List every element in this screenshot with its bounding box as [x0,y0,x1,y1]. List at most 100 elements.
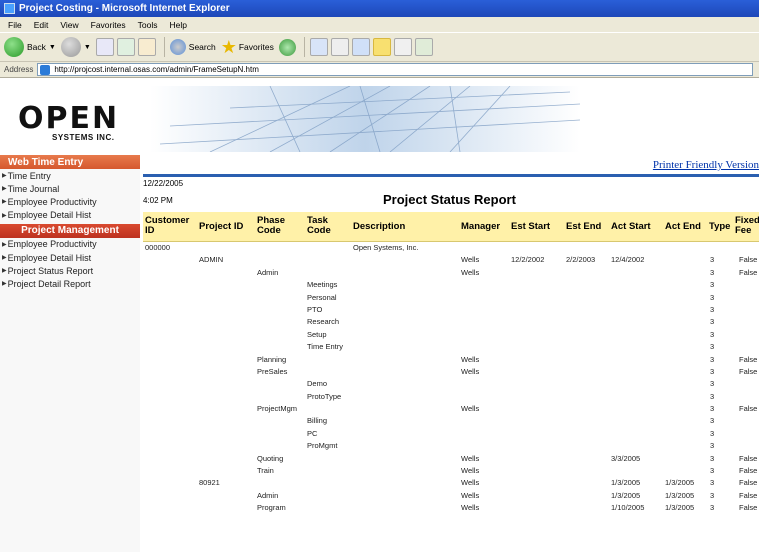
sidebar-item-employee-detail-hist[interactable]: ▶ Employee Detail Hist [0,209,140,222]
cell-act-start: 1/3/2005 [611,478,641,488]
cell-fixed-fee: False [739,466,758,476]
cell-manager: Wells [461,453,480,463]
menu-file[interactable]: File [8,20,22,30]
cell-phase-code: Planning [257,354,287,364]
sidebar-item-project-status-report[interactable]: ▶ Project Status Report [0,264,140,277]
sidebar-item-time-journal[interactable]: ▶ Time Journal [0,182,140,195]
printer-friendly-link[interactable]: Printer Friendly Version [653,159,759,171]
cell-type: 3 [710,342,715,352]
cell-phase-code: Admin [257,490,279,500]
cell-type: 3 [710,366,715,376]
favorites-star-icon: ★ [220,36,237,57]
cell-fixed-fee: False [739,255,758,265]
cell-phase-code: Quoting [257,453,284,463]
history-icon[interactable] [278,38,296,56]
sidebar-item-employee-productivity[interactable]: ▶ Employee Productivity [0,195,140,208]
sidebar-item-time-entry[interactable]: ▶ Time Entry [0,169,140,182]
table-row: PreSales Wells 3 False [143,366,759,378]
home-icon[interactable] [137,38,156,56]
menu-view[interactable]: View [60,20,78,30]
col-fixed-fee: Fixed Fee [735,215,759,236]
print-icon[interactable] [330,38,349,56]
favorites-button[interactable]: ★ Favorites [221,37,274,58]
menu-help[interactable]: Help [169,20,186,30]
cell-type: 3 [710,329,715,339]
address-url: http://projcost.internal.osas.com/admin/… [54,65,259,74]
cell-fixed-fee: False [739,490,758,500]
table-row: Research 3 [143,316,759,328]
sidebar-item-pm-employee-productivity[interactable]: ▶ Employee Productivity [0,238,140,251]
menu-bar: File Edit View Favorites Tools Help [0,17,759,32]
logo-systems-text: SYSTEMS INC. [52,133,115,142]
table-row: Meetings 3 [143,279,759,291]
search-label: Search [188,42,216,52]
cell-type: 3 [710,267,715,277]
arrow-icon: ▶ [2,212,7,219]
table-row: Demo 3 [143,378,759,390]
cell-task-code: PC [307,428,318,438]
cell-type: 3 [710,503,715,513]
banner-grid-graphic [150,86,580,152]
cell-task-code: Setup [307,329,327,339]
col-task-code: Task Code [307,215,331,236]
sidebar-item-project-detail-report[interactable]: ▶ Project Detail Report [0,277,140,290]
search-button[interactable]: Search [169,39,216,55]
table-row: ProtoType 3 [143,391,759,403]
arrow-icon: ▶ [2,268,7,275]
address-bar: Address http://projcost.internal.osas.co… [0,62,759,78]
table-row: ADMIN Wells 12/2/2002 2/2/2003 12/4/2002 3 Fal… [143,254,759,266]
cell-manager: Wells [461,404,480,414]
table-header: Customer ID Project ID Phase Code Task C… [143,212,759,242]
back-arrow-icon [4,37,24,57]
col-est-end: Est End [566,221,602,232]
col-act-end: Act End [665,221,701,232]
cell-fixed-fee: False [739,354,758,364]
cell-task-code: Billing [307,416,328,426]
cell-phase-code: Train [257,466,274,476]
table-row: Quoting Wells 3/3/2005 3 False [143,453,759,465]
address-input[interactable]: http://projcost.internal.osas.com/admin/… [37,63,753,76]
report-date: 12/22/2005 [143,179,184,188]
cell-task-code: ProMgmt [307,441,338,451]
cell-type: 3 [710,478,715,488]
table-row: Program Wells 1/10/2005 1/3/2005 3 False [143,502,759,514]
cell-phase-code: ProjectMgm [257,404,298,414]
forward-arrow-icon [60,37,81,57]
cell-task-code: Meetings [307,280,338,290]
col-customer-id: Customer ID [145,215,190,236]
refresh-icon[interactable] [116,38,135,56]
cell-type: 3 [710,416,715,426]
cell-task-code: Time Entry [307,342,343,352]
arrow-icon: ▶ [2,173,7,180]
arrow-icon: ▶ [2,186,7,193]
mail-icon[interactable] [309,38,328,56]
arrow-icon: ▶ [2,241,7,248]
cell-act-end: 1/3/2005 [665,490,695,500]
forward-button[interactable]: ▼ [60,37,91,57]
table-row: Planning Wells 3 False [143,354,759,366]
menu-tools[interactable]: Tools [138,20,158,30]
menu-edit[interactable]: Edit [34,20,49,30]
report-area: Printer Friendly Version 12/22/2005 4:02… [143,155,759,552]
table-row: Admin Wells 1/3/2005 1/3/2005 3 False [143,490,759,502]
table-row: Admin Wells 3 False [143,267,759,279]
discuss-icon[interactable] [393,38,412,56]
back-button[interactable]: Back ▼ [4,37,56,57]
edit-icon[interactable] [351,38,370,56]
browser-toolbar: Back ▼ ▼ Search ★ Favorites [0,32,759,62]
cell-project-id: ADMIN [199,255,224,265]
folder-icon[interactable] [372,38,391,56]
report-table: Customer ID Project ID Phase Code Task C… [143,212,759,515]
cell-fixed-fee: False [739,478,758,488]
col-project-id: Project ID [199,221,244,232]
col-type: Type [709,221,731,232]
cell-manager: Wells [461,267,480,277]
sidebar-item-pm-employee-detail-hist[interactable]: ▶ Employee Detail Hist [0,251,140,264]
table-row: Setup 3 [143,329,759,341]
cell-act-start: 1/3/2005 [611,490,641,500]
table-body: 000000 Open Systems, Inc. ADMIN Wells 12/2/2… [143,242,759,515]
cell-manager: Wells [461,478,480,488]
menu-favorites[interactable]: Favorites [91,20,126,30]
messenger-icon[interactable] [414,38,433,56]
stop-icon[interactable] [95,38,114,56]
